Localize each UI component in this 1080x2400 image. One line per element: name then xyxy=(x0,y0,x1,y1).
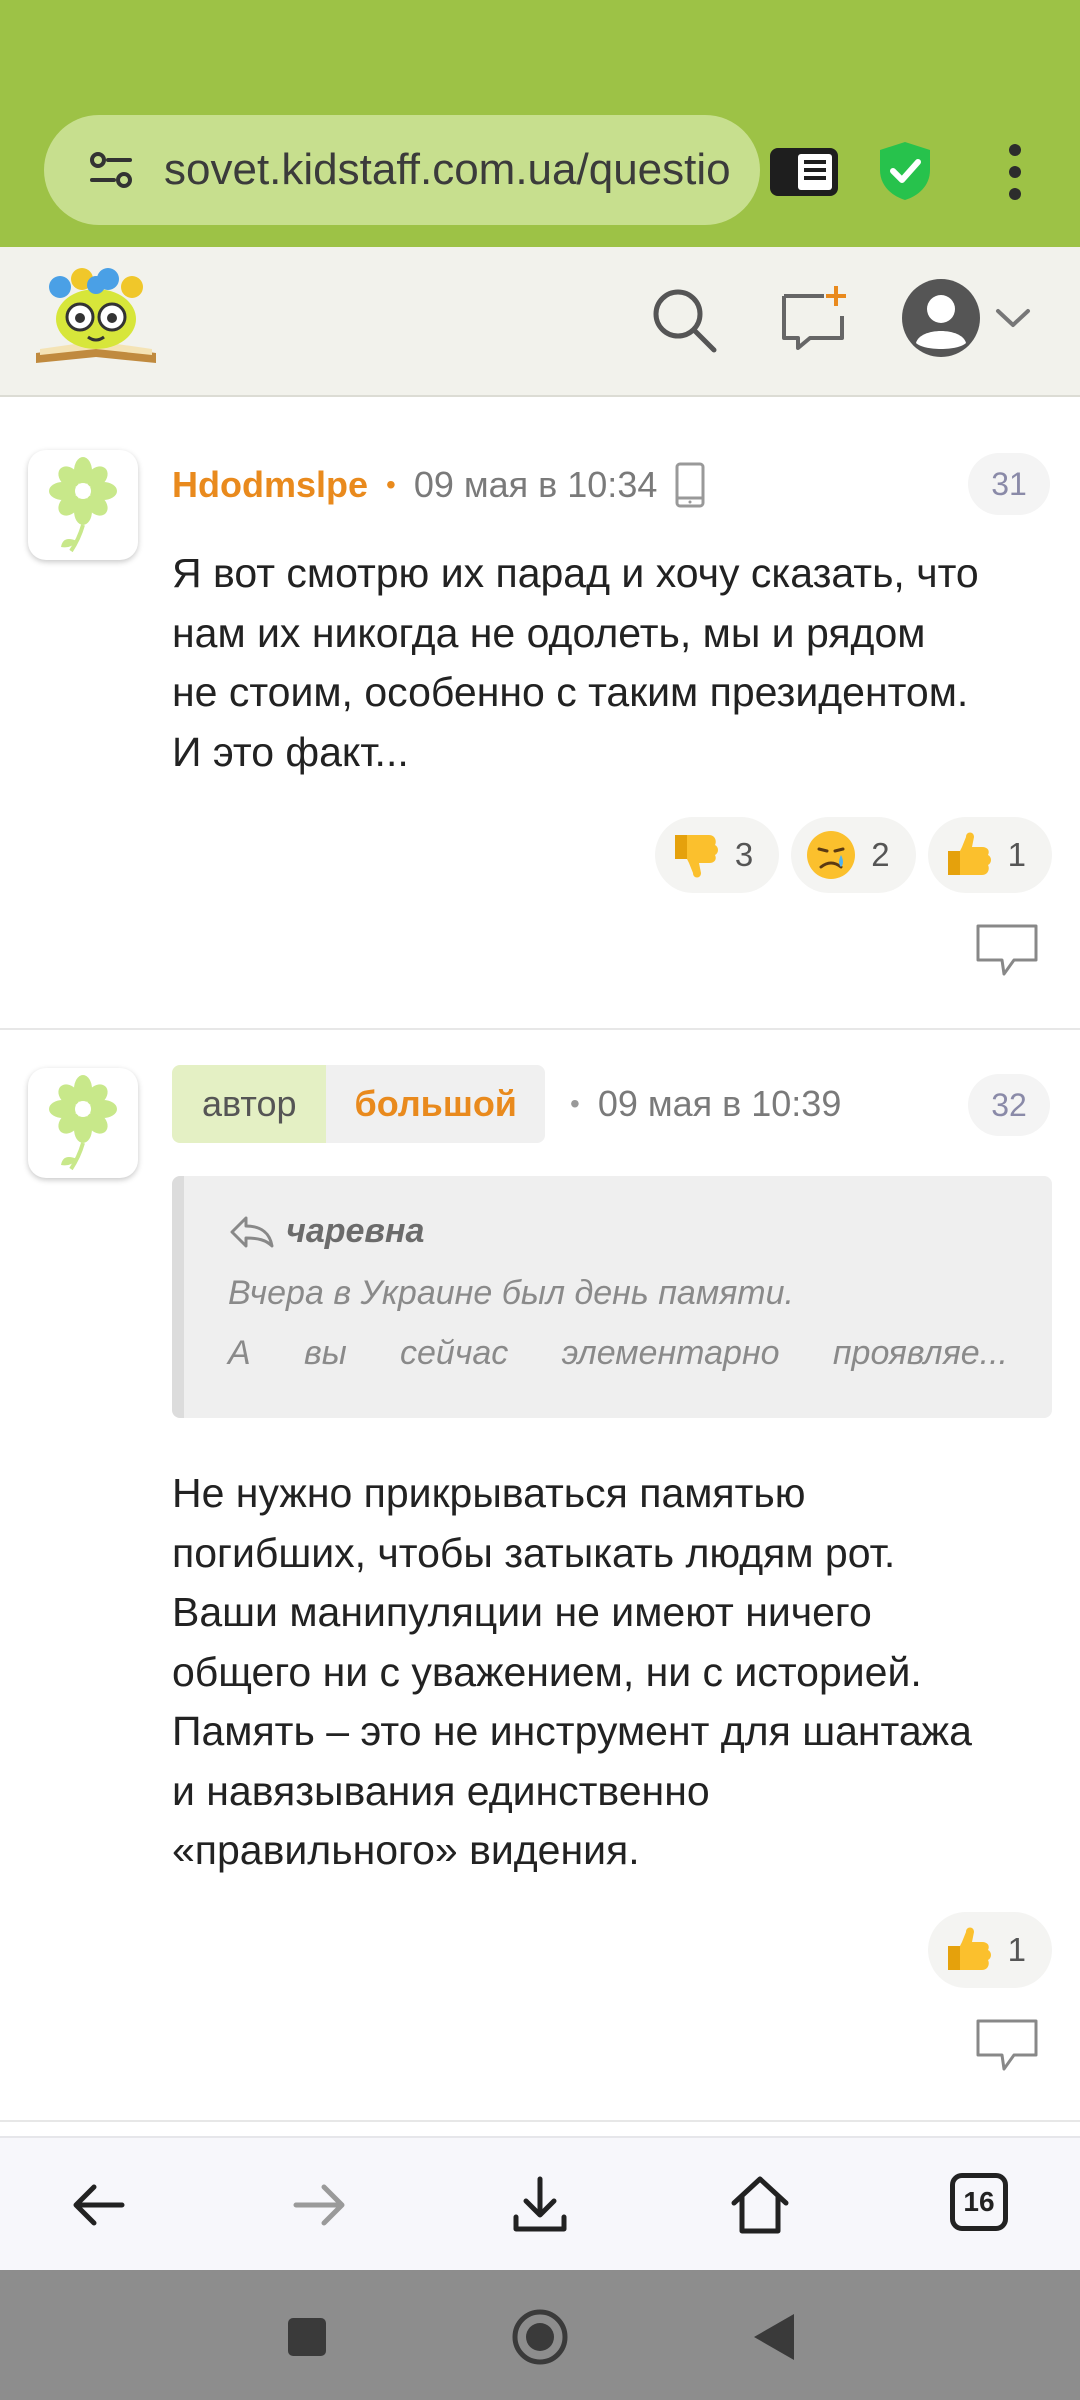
search-icon[interactable] xyxy=(648,284,720,356)
quote-word: А xyxy=(228,1334,251,1372)
separator-dot: • xyxy=(386,469,396,500)
comment-number-badge[interactable]: 32 xyxy=(968,1074,1050,1136)
user-avatar-icon[interactable] xyxy=(900,277,982,359)
url-text: sovet.kidstaff.com.ua/questio xyxy=(164,145,731,194)
recents-square-icon[interactable] xyxy=(278,2308,336,2366)
comment-item: Hdodmslpe • 09 мая в 10:34 31 Я вот смот… xyxy=(0,420,1080,1030)
home-icon[interactable] xyxy=(728,2173,792,2237)
browser-bottom-toolbar: 16 xyxy=(0,2136,1080,2272)
comment-text-line: И это факт... xyxy=(172,728,409,775)
comment-text-line: Я вот смотрю их парад и хочу сказать, чт… xyxy=(172,550,979,596)
author-tag: автор большой xyxy=(172,1065,545,1143)
comment-date: 09 мая в 10:39 xyxy=(597,1083,842,1124)
more-menu-icon[interactable] xyxy=(995,140,1035,204)
address-bar[interactable]: sovet.kidstaff.com.ua/questio xyxy=(44,115,760,225)
quote-author: чаревна xyxy=(286,1212,425,1250)
comment-text-line: не стоим, особенно с таким президентом. xyxy=(172,669,969,715)
thumbs-up-icon xyxy=(947,832,991,875)
reactions-row: 3 2 1 xyxy=(654,817,1052,893)
quote-text-line: А вы сейчас элементарно проявляе... xyxy=(228,1334,1008,1373)
commenter-avatar[interactable] xyxy=(28,1068,138,1178)
author-label: автор xyxy=(172,1065,327,1143)
site-settings-icon[interactable] xyxy=(86,145,136,195)
back-triangle-icon[interactable] xyxy=(746,2308,804,2366)
forward-arrow-icon[interactable] xyxy=(288,2173,352,2237)
site-logo[interactable] xyxy=(32,261,160,373)
comment-meta: Hdodmslpe • 09 мая в 10:34 xyxy=(172,455,705,515)
thumbs-down-icon xyxy=(674,835,718,878)
comment-text-line: общего ни с уважением, ни с историей. xyxy=(172,1648,922,1695)
comment-username[interactable]: Hdodmslpe xyxy=(172,464,368,506)
commenter-avatar[interactable] xyxy=(28,450,138,560)
site-header xyxy=(0,247,1080,397)
reader-mode-icon[interactable] xyxy=(768,146,840,198)
comment-text: Не нужно прикрываться памятью погибших, … xyxy=(172,1464,1052,1881)
comment-item: автор большой • 09 мая в 10:39 32 чаревн… xyxy=(0,1030,1080,2122)
thumbs-up-icon xyxy=(947,1927,991,1970)
reaction-thumbs-up[interactable]: 1 xyxy=(927,1912,1052,1988)
browser-top-bar: sovet.kidstaff.com.ua/questio xyxy=(0,0,1080,247)
reaction-count: 1 xyxy=(1007,836,1026,873)
reactions-row: 1 xyxy=(927,1912,1052,1988)
quote-word: вы xyxy=(303,1334,347,1372)
comment-text-line: и навязывания единственно xyxy=(172,1767,710,1814)
reply-arrow-icon xyxy=(230,1216,274,1247)
reply-icon[interactable] xyxy=(974,2017,1040,2073)
comment-number-badge[interactable]: 31 xyxy=(968,453,1050,515)
quote-word: элементарно xyxy=(561,1334,780,1372)
quote-text-line: Вчера в Украине был день памяти. xyxy=(228,1274,794,1312)
reaction-thumbs-up[interactable]: 1 xyxy=(927,817,1052,893)
comment-username[interactable]: большой xyxy=(326,1065,545,1143)
chevron-down-icon[interactable] xyxy=(994,303,1032,333)
comment-date: 09 мая в 10:34 xyxy=(413,464,658,505)
reaction-count: 1 xyxy=(1007,1931,1026,1968)
download-icon[interactable] xyxy=(508,2173,572,2237)
home-circle-icon[interactable] xyxy=(511,2308,569,2366)
shield-check-icon[interactable] xyxy=(874,140,936,202)
mobile-device-icon xyxy=(675,462,705,508)
comment-text-line: «правильного» видения. xyxy=(172,1827,640,1873)
reaction-count: 2 xyxy=(871,836,890,873)
flower-icon xyxy=(49,457,117,553)
reply-icon[interactable] xyxy=(974,922,1040,978)
new-message-icon[interactable] xyxy=(778,282,850,354)
quote-word: проявляе... xyxy=(832,1334,1008,1372)
back-arrow-icon[interactable] xyxy=(66,2173,130,2237)
comment-text-line: погибших, чтобы затыкать людям рот. xyxy=(172,1529,896,1576)
reaction-thumbs-down[interactable]: 3 xyxy=(654,817,780,893)
comment-text-line: нам их никогда не одолеть, мы и рядом xyxy=(172,609,926,656)
comment-text-line: Память – это не инструмент для шантажа xyxy=(172,1708,972,1754)
crying-face-icon xyxy=(807,831,856,879)
reaction-count: 3 xyxy=(734,836,754,873)
quote-header: чаревна xyxy=(228,1212,424,1251)
reaction-crying[interactable]: 2 xyxy=(791,817,916,893)
comment-text-line: Ваши манипуляции не имеют ничего xyxy=(172,1589,872,1635)
comment-text-line: Не нужно прикрываться памятью xyxy=(172,1470,806,1516)
comment-meta: • 09 мая в 10:39 xyxy=(552,1065,841,1143)
separator-dot: • xyxy=(570,1088,580,1119)
quote-word: сейчас xyxy=(399,1334,509,1372)
quoted-message[interactable]: чаревна Вчера в Украине был день памяти.… xyxy=(172,1176,1052,1418)
system-navigation-bar xyxy=(0,2270,1080,2400)
tabs-count-button[interactable]: 16 xyxy=(950,2173,1008,2231)
comment-text: Я вот смотрю их парад и хочу сказать, чт… xyxy=(172,544,1052,782)
flower-icon xyxy=(49,1075,117,1171)
